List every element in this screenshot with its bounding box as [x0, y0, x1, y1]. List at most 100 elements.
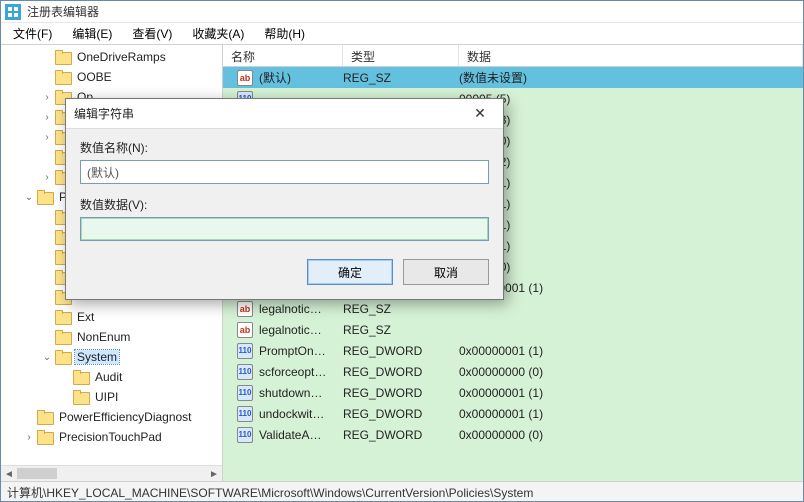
expander-none — [41, 311, 53, 323]
dword-value-icon: 110 — [237, 406, 253, 422]
close-icon[interactable]: ✕ — [465, 102, 495, 126]
chevron-right-icon[interactable]: › — [41, 91, 53, 103]
horizontal-scrollbar[interactable]: ◄ ► — [1, 465, 222, 481]
cell-type: REG_SZ — [335, 323, 451, 337]
cell-name: undockwitho... — [255, 407, 327, 421]
folder-icon — [37, 190, 53, 204]
folder-icon — [37, 410, 53, 424]
table-row[interactable]: 110undockwitho...REG_DWORD0x00000001 (1) — [223, 403, 803, 424]
scroll-left-icon[interactable]: ◄ — [1, 466, 17, 481]
chevron-down-icon[interactable]: ⌄ — [23, 191, 35, 203]
cell-type: REG_DWORD — [335, 344, 451, 358]
chevron-right-icon[interactable]: › — [41, 171, 53, 183]
ok-button-label: 确定 — [338, 264, 362, 281]
status-path: 计算机\HKEY_LOCAL_MACHINE\SOFTWARE\Microsof… — [7, 486, 533, 500]
table-row[interactable]: ablegalnoticetextREG_SZ — [223, 319, 803, 340]
chevron-right-icon[interactable]: › — [41, 111, 53, 123]
cell-data: 0x00000000 (0) — [451, 365, 803, 379]
tree-item[interactable]: OOBE — [1, 67, 222, 87]
cell-name: scforceoption — [255, 365, 327, 379]
cell-type: REG_DWORD — [335, 386, 451, 400]
cell-data: (数值未设置) — [451, 69, 803, 86]
cell-name: PromptOnSe... — [255, 344, 327, 358]
scroll-right-icon[interactable]: ► — [206, 466, 222, 481]
tree-item[interactable]: NonEnum — [1, 327, 222, 347]
table-row[interactable]: 110PromptOnSe... REG_DWORD0x00000001 (1) — [223, 340, 803, 361]
titlebar: 注册表编辑器 — [1, 1, 803, 23]
tree-item[interactable]: PowerEfficiencyDiagnost — [1, 407, 222, 427]
cell-name: (默认) — [255, 69, 291, 86]
folder-icon — [55, 70, 71, 84]
cell-type: REG_DWORD — [335, 365, 451, 379]
cell-type: REG_SZ — [335, 302, 451, 316]
cell-type: REG_DWORD — [335, 428, 451, 442]
cell-data: 0x00000000 (0) — [451, 428, 803, 442]
folder-icon — [55, 350, 71, 364]
dword-value-icon: 110 — [237, 385, 253, 401]
expander-none — [41, 71, 53, 83]
value-name-label: 数值名称(N): — [80, 139, 489, 156]
tree-item-label: Ext — [77, 310, 94, 324]
menu-edit[interactable]: 编辑(E) — [64, 23, 120, 44]
expander-none — [41, 231, 53, 243]
tree-item[interactable]: ›PrecisionTouchPad — [1, 427, 222, 447]
tree-item[interactable]: UIPI — [1, 387, 222, 407]
tree-item[interactable]: Audit — [1, 367, 222, 387]
chevron-right-icon[interactable]: › — [41, 131, 53, 143]
list-header: 名称 类型 数据 — [223, 45, 803, 67]
tree-item[interactable]: ⌄ System — [1, 347, 222, 367]
folder-icon — [55, 330, 71, 344]
value-data-input[interactable] — [80, 217, 489, 241]
cell-name: legalnoticetext — [255, 323, 327, 337]
chevron-right-icon[interactable]: › — [23, 431, 35, 443]
status-bar: 计算机\HKEY_LOCAL_MACHINE\SOFTWARE\Microsof… — [1, 481, 803, 501]
dialog-titlebar[interactable]: 编辑字符串 ✕ — [66, 99, 503, 129]
tree-item[interactable]: Ext — [1, 307, 222, 327]
dword-value-icon: 110 — [237, 343, 253, 359]
column-header-type[interactable]: 类型 — [343, 45, 459, 66]
chevron-down-icon[interactable]: ⌄ — [41, 351, 53, 363]
scroll-thumb[interactable] — [17, 468, 57, 479]
string-value-icon: ab — [237, 301, 253, 317]
dword-value-icon: 110 — [237, 364, 253, 380]
tree-item-label: Audit — [95, 370, 122, 384]
value-data-label: 数值数据(V): — [80, 196, 489, 213]
tree-item-label: PowerEfficiencyDiagnost — [59, 410, 192, 424]
menu-favorites[interactable]: 收藏夹(A) — [184, 23, 252, 44]
expander-none — [23, 411, 35, 423]
table-row[interactable]: ab(默认)REG_SZ(数值未设置) — [223, 67, 803, 88]
menu-help[interactable]: 帮助(H) — [256, 23, 313, 44]
table-row[interactable]: 110scforceoption REG_DWORD0x00000000 (0) — [223, 361, 803, 382]
expander-none — [41, 51, 53, 63]
menu-bar: 文件(F) 编辑(E) 查看(V) 收藏夹(A) 帮助(H) — [1, 23, 803, 45]
tree-item[interactable]: OneDriveRamps — [1, 47, 222, 67]
tree-item-label: NonEnum — [77, 330, 130, 344]
cancel-button-label: 取消 — [434, 264, 458, 281]
expander-none — [59, 371, 71, 383]
tree-item-label: OOBE — [77, 70, 112, 84]
cell-data: 0x00000001 (1) — [451, 344, 803, 358]
tree-item-label: UIPI — [95, 390, 118, 404]
tree-item-label: System — [77, 350, 117, 364]
expander-none — [41, 271, 53, 283]
table-row[interactable]: ablegalnoticeca... REG_SZ — [223, 298, 803, 319]
table-row[interactable]: 110shutdownwit...REG_DWORD0x00000001 (1) — [223, 382, 803, 403]
column-header-data[interactable]: 数据 — [459, 45, 803, 66]
tree-item-label: OneDriveRamps — [77, 50, 166, 64]
folder-icon — [73, 390, 89, 404]
menu-view[interactable]: 查看(V) — [124, 23, 180, 44]
cancel-button[interactable]: 取消 — [403, 259, 489, 285]
expander-none — [41, 151, 53, 163]
dialog-title: 编辑字符串 — [74, 105, 465, 122]
regedit-icon — [5, 4, 21, 20]
menu-file[interactable]: 文件(F) — [5, 23, 60, 44]
folder-icon — [55, 310, 71, 324]
cell-name: shutdownwit... — [255, 386, 327, 400]
ok-button[interactable]: 确定 — [307, 259, 393, 285]
cell-name: legalnoticeca... — [255, 302, 327, 316]
edit-string-dialog: 编辑字符串 ✕ 数值名称(N): 数值数据(V): 确定 取消 — [65, 98, 504, 300]
column-header-name[interactable]: 名称 — [223, 45, 343, 66]
table-row[interactable]: 110ValidateAdmi...REG_DWORD0x00000000 (0… — [223, 424, 803, 445]
string-value-icon: ab — [237, 70, 253, 86]
value-name-input[interactable] — [80, 160, 489, 184]
